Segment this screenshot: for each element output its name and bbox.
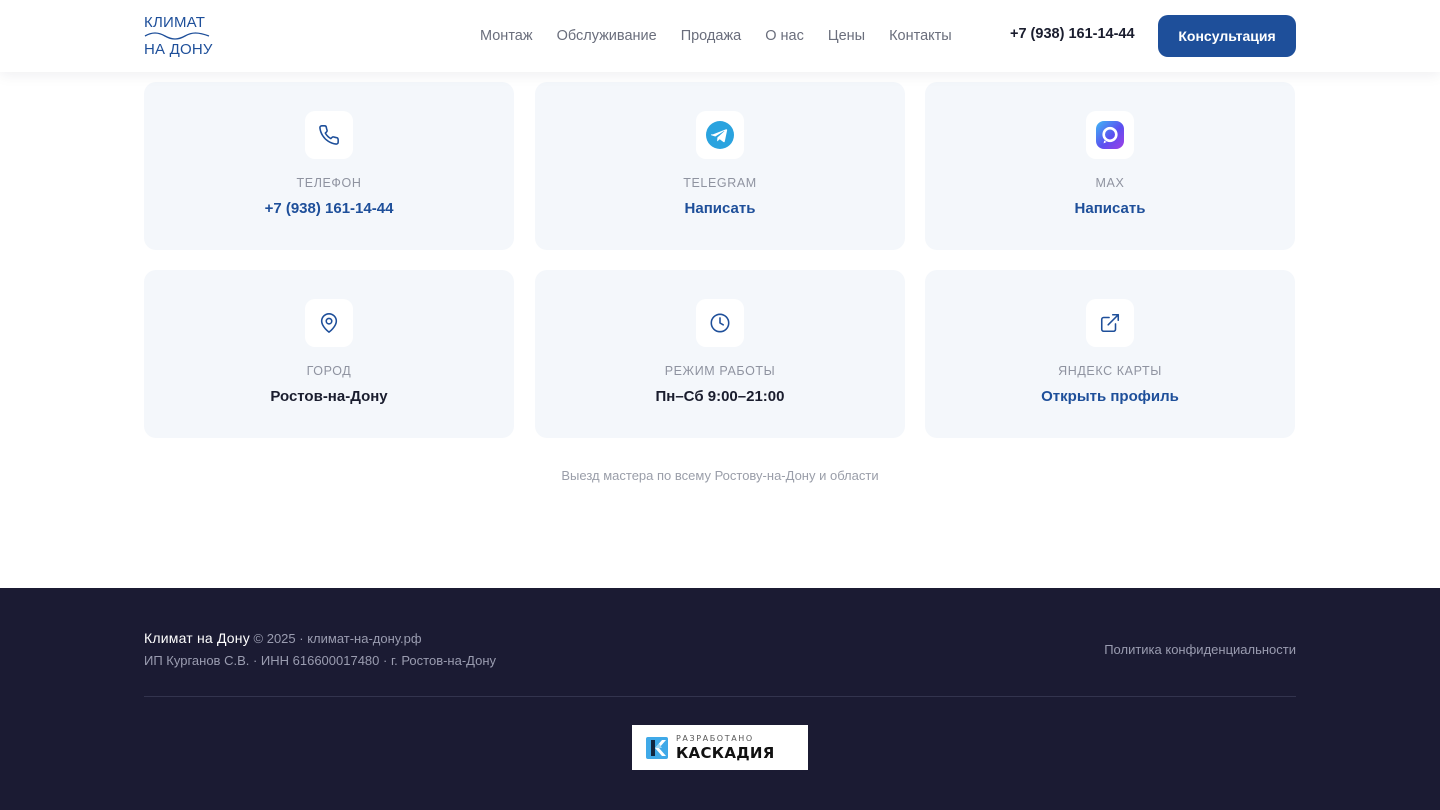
icon-box	[305, 299, 353, 347]
nav-item-sales[interactable]: Продажа	[681, 28, 742, 44]
max-messenger-icon	[1096, 121, 1124, 149]
contact-card-hours: РЕЖИМ РАБОТЫ Пн–Сб 9:00–21:00	[535, 270, 905, 438]
privacy-policy-link[interactable]: Политика конфиденциальности	[1104, 642, 1296, 657]
badge-small-text: РАЗРАБОТАНО	[676, 733, 754, 743]
site-footer: Климат на Дону © 2025 · климат-на-дону.р…	[0, 588, 1440, 810]
card-value: Пн–Сб 9:00–21:00	[655, 388, 785, 405]
card-label: ГОРОД	[306, 364, 352, 378]
contact-card-yandex-maps[interactable]: ЯНДЕКС КАРТЫ Открыть профиль	[925, 270, 1295, 438]
card-label: ЯНДЕКС КАРТЫ	[1058, 364, 1162, 378]
logo-wave-icon	[144, 32, 210, 40]
card-value[interactable]: Открыть профиль	[925, 388, 1295, 405]
card-label: ТЕЛЕФОН	[296, 176, 362, 190]
nav-item-montazh[interactable]: Монтаж	[480, 28, 533, 44]
badge-brand-text: КАСКАДИЯ	[676, 743, 775, 762]
footer-copyright: © 2025 · климат-на-дону.рф	[249, 631, 422, 646]
logo-text-bottom: НА ДОНУ	[144, 41, 213, 58]
nav-item-about[interactable]: О нас	[765, 28, 804, 44]
card-value[interactable]: +7 (938) 161-14-44	[144, 200, 514, 217]
card-value[interactable]: Написать	[925, 200, 1295, 217]
site-header: КЛИМАТ НА ДОНУ Монтаж Обслуживание Прода…	[0, 0, 1440, 72]
badge-text: РАЗРАБОТАНО КАСКАДИЯ	[676, 733, 775, 762]
nav-item-prices[interactable]: Цены	[828, 28, 865, 44]
icon-box	[696, 299, 744, 347]
clock-icon	[710, 313, 730, 333]
service-area-note: Выезд мастера по всему Ростову-на-Дону и…	[561, 468, 879, 483]
footer-divider	[144, 696, 1296, 697]
icon-box	[1086, 111, 1134, 159]
map-pin-icon	[320, 313, 338, 333]
card-label: MAX	[1095, 176, 1125, 190]
card-label: TELEGRAM	[683, 176, 757, 190]
icon-box	[1086, 299, 1134, 347]
card-value: Ростов-на-Дону	[270, 388, 388, 405]
contact-card-telegram[interactable]: TELEGRAM Написать	[535, 82, 905, 250]
developer-badge[interactable]: РАЗРАБОТАНО КАСКАДИЯ	[632, 725, 808, 770]
nav-item-contacts[interactable]: Контакты	[889, 28, 952, 44]
contact-card-max[interactable]: MAX Написать	[925, 82, 1295, 250]
consultation-button[interactable]: Консультация	[1158, 15, 1296, 57]
icon-box	[696, 111, 744, 159]
site-logo[interactable]: КЛИМАТ НА ДОНУ	[144, 13, 214, 59]
icon-box	[305, 111, 353, 159]
logo-text-top: КЛИМАТ	[144, 14, 206, 31]
footer-legal: ИП Курганов С.В. · ИНН 616600017480 · г.…	[144, 653, 497, 668]
kaskadiya-logo-icon	[646, 736, 668, 759]
external-link-icon	[1100, 313, 1120, 333]
contact-card-city: ГОРОД Ростов-на-Дону	[144, 270, 514, 438]
contact-card-phone[interactable]: ТЕЛЕФОН +7 (938) 161-14-44	[144, 82, 514, 250]
header-phone-link[interactable]: +7 (938) 161-14-44	[1010, 26, 1135, 42]
footer-copyright-line: Климат на Дону © 2025 · климат-на-дону.р…	[144, 630, 422, 646]
card-value[interactable]: Написать	[535, 200, 905, 217]
nav-item-service[interactable]: Обслуживание	[557, 28, 657, 44]
phone-icon	[319, 125, 339, 145]
card-label: РЕЖИМ РАБОТЫ	[664, 364, 776, 378]
telegram-icon	[706, 121, 734, 149]
main-nav: Монтаж Обслуживание Продажа О нас Цены К…	[480, 0, 952, 72]
footer-brand: Климат на Дону	[144, 630, 250, 646]
